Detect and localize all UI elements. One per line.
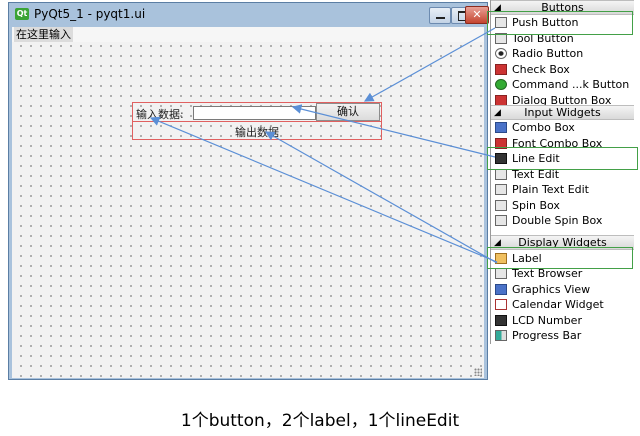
check-box-icon <box>495 64 507 75</box>
widget-item-plain-text-edit[interactable]: Plain Text Edit <box>495 182 631 197</box>
menu-bar: 在这里输入 <box>12 27 484 42</box>
widget-item-label: Spin Box <box>512 199 560 212</box>
plain-text-edit-icon <box>495 184 507 195</box>
widget-item-double-spin-box[interactable]: Double Spin Box <box>495 213 631 228</box>
widget-item-check-box[interactable]: Check Box <box>495 62 631 77</box>
lcd-number-icon <box>495 315 507 326</box>
widget-item-label: Radio Button <box>512 47 584 60</box>
highlight-push-button <box>487 11 633 35</box>
highlight-label <box>487 247 633 269</box>
line-edit[interactable] <box>193 106 316 120</box>
widget-item-graphics-view[interactable]: Graphics View <box>495 282 631 297</box>
text-browser-icon <box>495 268 507 279</box>
form-canvas[interactable]: 在这里输入 输入数据: 确认 输出数据 <box>12 27 484 378</box>
widget-item-spin-box[interactable]: Spin Box <box>495 198 631 213</box>
widget-box: ◢ Buttons Push Button Tool Button Radio B… <box>490 0 634 344</box>
widget-item-label: Plain Text Edit <box>512 183 589 196</box>
graphics-view-icon <box>495 284 507 295</box>
widget-item-label: Calendar Widget <box>512 298 604 311</box>
widget-item-command-link-button[interactable]: Command ...k Button <box>495 77 631 92</box>
widget-item-progress-bar[interactable]: Progress Bar <box>495 328 631 343</box>
widget-item-label: Check Box <box>512 63 570 76</box>
menu-type-here[interactable]: 在这里输入 <box>14 27 73 42</box>
highlight-line-edit <box>487 147 638 170</box>
widget-item-label: LCD Number <box>512 314 582 327</box>
widget-item-label: Combo Box <box>512 121 575 134</box>
widget-item-calendar-widget[interactable]: Calendar Widget <box>495 297 631 312</box>
designer-window: Qt PyQt5_1 - pyqt1.ui ✕ 在这里输入 输入数据: 确认 输… <box>8 2 489 380</box>
qt-logo-icon: Qt <box>15 8 29 20</box>
category-label: Input Widgets <box>524 106 601 119</box>
text-edit-icon <box>495 169 507 180</box>
command-link-icon <box>495 79 507 90</box>
confirm-button[interactable]: 确认 <box>316 103 380 121</box>
collapse-triangle-icon: ◢ <box>494 108 501 118</box>
widget-item-radio-button[interactable]: Radio Button <box>495 46 631 61</box>
progress-bar-icon <box>495 330 507 341</box>
window-titlebar[interactable]: Qt PyQt5_1 - pyqt1.ui ✕ <box>9 3 489 27</box>
output-label: 输出数据 <box>235 126 279 139</box>
close-button[interactable]: ✕ <box>465 6 489 24</box>
double-spin-box-icon <box>495 215 507 226</box>
widget-item-label: Progress Bar <box>512 329 582 342</box>
category-input-widgets[interactable]: ◢ Input Widgets <box>491 105 634 120</box>
widget-item-combo-box[interactable]: Combo Box <box>495 120 631 135</box>
widget-item-label: Graphics View <box>512 283 591 296</box>
widget-item-lcd-number[interactable]: LCD Number <box>495 313 631 328</box>
calendar-icon <box>495 299 507 310</box>
widget-item-label: Double Spin Box <box>512 214 603 227</box>
radio-button-icon <box>495 48 507 59</box>
window-title: PyQt5_1 - pyqt1.ui <box>34 7 146 21</box>
resize-grip-icon[interactable] <box>474 368 482 376</box>
minimize-button[interactable] <box>429 7 451 24</box>
widget-item-label: Command ...k Button <box>512 78 630 91</box>
spin-box-icon <box>495 200 507 211</box>
input-label: 输入数据: <box>136 108 184 121</box>
caption: 1个button，2个label，1个lineEdit <box>180 411 460 431</box>
combo-box-icon <box>495 122 507 133</box>
